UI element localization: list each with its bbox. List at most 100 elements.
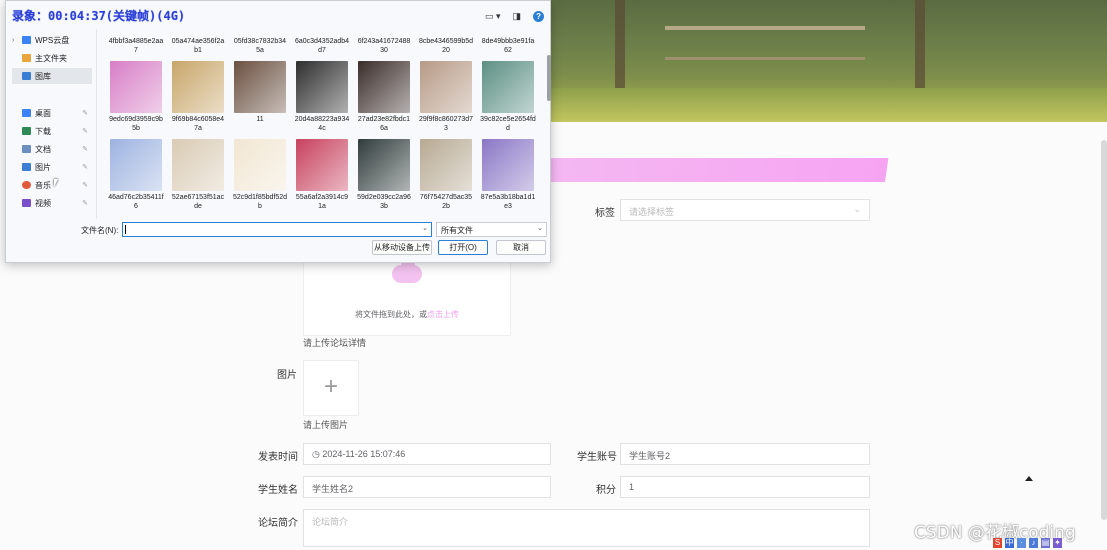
file-thumbnail	[420, 139, 472, 191]
publish-time-field[interactable]: ◷ 2024-11-26 15:07:46	[303, 443, 551, 465]
lang-icon[interactable]: 中	[1005, 538, 1014, 548]
view-mode-icon[interactable]: ▭ ▾	[485, 11, 501, 22]
file-tile[interactable]: 55a6af2a3914c91a	[294, 139, 350, 211]
image-label: 图片	[277, 370, 297, 381]
file-tile[interactable]: 52c9d1f85bdf52db	[232, 139, 288, 211]
skin-icon[interactable]: ✦	[1053, 538, 1062, 548]
hero-banner-image	[545, 0, 1107, 122]
nav-item-pictures[interactable]: 图片 ✎	[12, 159, 92, 175]
ime-icon[interactable]: S	[993, 538, 1002, 548]
file-open-dialog: 录象：00:04:37(关键帧)(4G) ▭ ▾ ◨ ? › WPS云盘 主文件…	[5, 0, 551, 263]
nav-item-label: 图库	[35, 71, 51, 81]
file-name[interactable]: 05a474ae356f2ab1	[170, 37, 226, 55]
file-tile[interactable]: 9edc69d3959c9b5b	[108, 61, 164, 133]
dialog-scrollbar[interactable]	[547, 31, 551, 217]
preview-pane-icon[interactable]: ◨	[513, 11, 522, 22]
mouse-cursor	[54, 179, 58, 187]
file-name[interactable]: 05fd38c7832b345a	[232, 37, 288, 55]
filename-label: 文件名(N):	[81, 226, 119, 235]
nav-item-label: 音乐	[35, 180, 51, 190]
file-tile[interactable]: 29f9f8c860273d73	[418, 61, 474, 133]
points-label: 积分	[596, 485, 616, 496]
mic-icon[interactable]: ♪	[1029, 538, 1038, 548]
filename-input[interactable]: ⌄	[122, 222, 432, 237]
file-name[interactable]: 8cbe4346599b5d20	[418, 37, 474, 55]
section-header-bar	[545, 158, 889, 182]
file-tile[interactable]: 52ae67153f51acde	[170, 139, 226, 211]
file-tile[interactable]: 59d2e039cc2a963b	[356, 139, 412, 211]
image-upload-hint: 请上传图片	[303, 420, 349, 430]
video-icon	[22, 199, 31, 207]
file-tile[interactable]: 27ad23e82fbdc16a	[356, 61, 412, 133]
file-tile[interactable]: 87e5a3b18ba1d1e3	[480, 139, 536, 211]
open-button[interactable]: 打开(O)	[438, 240, 488, 255]
file-tile[interactable]: 39c82ce5e2654fdd	[480, 61, 536, 133]
pane-divider	[96, 29, 97, 219]
publish-time-label: 发表时间	[258, 452, 298, 463]
file-thumbnail	[172, 139, 224, 191]
file-tile[interactable]: 9f69b84c6058e47a	[170, 61, 226, 133]
upload-from-mobile-button[interactable]: 从移动设备上传	[372, 240, 432, 255]
keyboard-icon[interactable]: ▤	[1041, 538, 1050, 548]
nav-item-label: 图片	[35, 162, 51, 172]
file-name: 11	[256, 116, 264, 123]
download-icon	[22, 127, 31, 135]
upload-click-link[interactable]: 点击上传	[427, 310, 459, 319]
student-account-field[interactable]: 学生账号2	[620, 443, 870, 465]
file-tile[interactable]: 20d4a88223a9344c	[294, 61, 350, 133]
file-thumbnail	[358, 139, 410, 191]
file-name: 87e5a3b18ba1d1e3	[480, 194, 536, 210]
nav-item-wps-cloud[interactable]: › WPS云盘	[12, 32, 92, 48]
pin-icon: ✎	[82, 128, 88, 135]
file-tile[interactable]: 76f75427d5ac352b	[418, 139, 474, 211]
file-tile[interactable]: 11	[232, 61, 288, 124]
page-scrollbar[interactable]	[1101, 140, 1107, 520]
upload-dragger[interactable]: 将文件拖到此处，或点击上传	[303, 257, 511, 336]
plus-icon: +	[323, 373, 338, 400]
back-to-top-icon[interactable]	[1025, 476, 1033, 481]
image-upload-button[interactable]: +	[303, 360, 359, 416]
file-name: 9f69b84c6058e47a	[171, 116, 225, 132]
file-name: 52c9d1f85bdf52db	[232, 194, 288, 210]
file-thumbnail	[420, 61, 472, 113]
nav-item-music[interactable]: 音乐 ✎	[12, 177, 92, 193]
nav-item-gallery[interactable]: 图库	[12, 68, 92, 84]
pictures-icon	[22, 163, 31, 171]
help-icon[interactable]: ?	[533, 11, 545, 22]
document-icon	[22, 145, 31, 153]
cancel-button[interactable]: 取消	[496, 240, 546, 255]
file-name[interactable]: 4fbbf3a4885e2aa7	[108, 37, 164, 55]
chevron-down-icon: ⌄	[853, 204, 861, 214]
tag-select[interactable]: 请选择标签 ⌄	[620, 199, 870, 221]
nav-item-downloads[interactable]: 下载 ✎	[12, 123, 92, 139]
filetype-select[interactable]: 所有文件 ⌄	[436, 222, 547, 237]
student-account-label: 学生账号	[577, 452, 617, 463]
file-name[interactable]: 8de49bbb3e91fa62	[480, 37, 536, 55]
scrollbar-thumb[interactable]	[547, 55, 551, 101]
cloud-icon	[22, 36, 31, 44]
dot-icon[interactable]: ·	[1017, 538, 1026, 548]
pin-icon: ✎	[82, 200, 88, 207]
file-name[interactable]: 6a0c3d4352adb4d7	[294, 37, 350, 55]
intro-label: 论坛简介	[258, 518, 298, 529]
filetype-value: 所有文件	[441, 226, 473, 235]
expand-chevron-icon[interactable]: ›	[12, 37, 22, 44]
file-name: 20d4a88223a9344c	[294, 116, 350, 132]
file-name[interactable]: 6f243a4167248830	[356, 37, 412, 55]
nav-item-home[interactable]: 主文件夹	[12, 50, 92, 66]
file-thumbnail	[296, 139, 348, 191]
points-field[interactable]: 1	[620, 476, 870, 498]
file-name: 29f9f8c860273d73	[418, 116, 474, 132]
file-tile[interactable]: 46ad76c2b35411f6	[108, 139, 164, 211]
file-name: 27ad23e82fbdc16a	[357, 116, 411, 132]
nav-item-documents[interactable]: 文档 ✎	[12, 141, 92, 157]
nav-item-desktop[interactable]: 桌面 ✎	[12, 105, 92, 121]
dialog-toolbar: ▭ ▾ ◨ ?	[485, 11, 545, 22]
nav-item-videos[interactable]: 视频 ✎	[12, 195, 92, 211]
nav-item-label: 主文件夹	[35, 53, 67, 63]
chevron-down-icon[interactable]: ⌄	[422, 224, 428, 232]
tag-placeholder: 请选择标签	[629, 207, 675, 217]
student-name-field[interactable]: 学生姓名2	[303, 476, 551, 498]
pin-icon: ✎	[82, 182, 88, 189]
intro-textarea[interactable]: 论坛简介	[303, 509, 870, 547]
